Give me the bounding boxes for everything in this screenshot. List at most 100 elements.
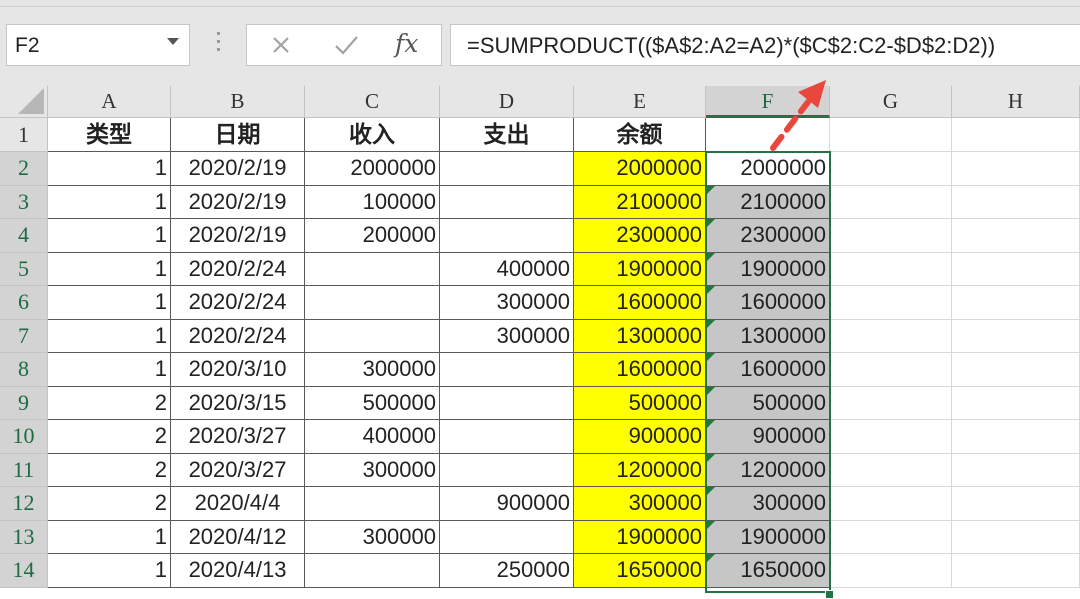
empty-cell[interactable] (952, 353, 1080, 387)
cell-a11[interactable]: 2 (48, 453, 171, 487)
error-indicator-icon[interactable] (706, 520, 715, 530)
cell-d2[interactable] (440, 152, 574, 186)
empty-cell[interactable] (830, 319, 952, 353)
error-indicator-icon[interactable] (706, 453, 715, 463)
empty-cell[interactable] (830, 520, 952, 554)
cell-e9[interactable]: 500000 (574, 386, 706, 420)
cell-b7[interactable]: 2020/2/24 (171, 319, 305, 353)
cell-b2[interactable]: 2020/2/19 (171, 152, 305, 186)
cell-a5[interactable]: 1 (48, 252, 171, 286)
cancel-icon[interactable] (267, 31, 295, 59)
cell-d7[interactable]: 300000 (440, 319, 574, 353)
error-indicator-icon[interactable] (706, 554, 715, 563)
row-header[interactable]: 2 (0, 152, 48, 186)
error-indicator-icon[interactable] (706, 185, 715, 195)
cell-d11[interactable] (440, 453, 574, 487)
cell-a9[interactable]: 2 (48, 386, 171, 420)
chevron-down-icon[interactable] (167, 38, 179, 45)
empty-cell[interactable] (830, 420, 952, 454)
cell-a3[interactable]: 1 (48, 185, 171, 219)
empty-cell[interactable] (830, 118, 952, 152)
empty-cell[interactable] (952, 185, 1080, 219)
cell-c13[interactable]: 300000 (305, 520, 440, 554)
cell-d8[interactable] (440, 353, 574, 387)
row-header[interactable]: 10 (0, 420, 48, 454)
cell-e13[interactable]: 1900000 (574, 520, 706, 554)
empty-cell[interactable] (952, 152, 1080, 186)
cell-f2[interactable]: 2000000 (706, 152, 830, 186)
cell-b14[interactable]: 2020/4/13 (171, 554, 305, 588)
cell-f3[interactable]: 2100000 (706, 185, 830, 219)
cell-c4[interactable]: 200000 (305, 219, 440, 253)
cell-c11[interactable]: 300000 (305, 453, 440, 487)
empty-cell[interactable] (830, 219, 952, 253)
cell-f14[interactable]: 1650000 (706, 554, 830, 588)
column-header-d[interactable]: D (440, 86, 574, 118)
cell-d14[interactable]: 250000 (440, 554, 574, 588)
row-header[interactable]: 3 (0, 185, 48, 219)
cell-b10[interactable]: 2020/3/27 (171, 420, 305, 454)
empty-cell[interactable] (952, 554, 1080, 588)
cell-b6[interactable]: 2020/2/24 (171, 286, 305, 320)
empty-cell[interactable] (952, 286, 1080, 320)
cell-f5[interactable]: 1900000 (706, 252, 830, 286)
cell-a2[interactable]: 1 (48, 152, 171, 186)
empty-cell[interactable] (952, 453, 1080, 487)
cell-b9[interactable]: 2020/3/15 (171, 386, 305, 420)
cell-f8[interactable]: 1600000 (706, 353, 830, 387)
cell-f6[interactable]: 1600000 (706, 286, 830, 320)
cell-c10[interactable]: 400000 (305, 420, 440, 454)
row-header[interactable]: 1 (0, 118, 48, 152)
column-header-f[interactable]: F (706, 86, 830, 118)
row-header[interactable]: 5 (0, 252, 48, 286)
cell-c6[interactable] (305, 286, 440, 320)
column-header-c[interactable]: C (305, 86, 440, 118)
empty-cell[interactable] (952, 118, 1080, 152)
cell-e12[interactable]: 300000 (574, 487, 706, 521)
cell-d5[interactable]: 400000 (440, 252, 574, 286)
cell-e4[interactable]: 2300000 (574, 219, 706, 253)
cell-f4[interactable]: 2300000 (706, 219, 830, 253)
cell-c7[interactable] (305, 319, 440, 353)
formula-input[interactable]: =SUMPRODUCT(($A$2:A2=A2)*($C$2:C2-$D$2:D… (450, 24, 1080, 66)
header-cell-f[interactable] (706, 118, 830, 152)
error-indicator-icon[interactable] (706, 420, 715, 429)
cell-b12[interactable]: 2020/4/4 (171, 487, 305, 521)
error-indicator-icon[interactable] (706, 319, 715, 329)
cell-f10[interactable]: 900000 (706, 420, 830, 454)
cell-a10[interactable]: 2 (48, 420, 171, 454)
cell-e6[interactable]: 1600000 (574, 286, 706, 320)
cell-b8[interactable]: 2020/3/10 (171, 353, 305, 387)
error-indicator-icon[interactable] (706, 286, 715, 295)
cell-f7[interactable]: 1300000 (706, 319, 830, 353)
error-indicator-icon[interactable] (706, 219, 715, 228)
row-header[interactable]: 7 (0, 319, 48, 353)
cell-e5[interactable]: 1900000 (574, 252, 706, 286)
column-header-g[interactable]: G (830, 86, 952, 118)
empty-cell[interactable] (830, 554, 952, 588)
cell-e2[interactable]: 2000000 (574, 152, 706, 186)
name-box[interactable]: F2 (6, 24, 190, 66)
header-cell-e[interactable]: 余额 (574, 118, 706, 152)
cell-f13[interactable]: 1900000 (706, 520, 830, 554)
select-all-button[interactable] (0, 86, 48, 118)
error-indicator-icon[interactable] (706, 252, 715, 262)
cell-e8[interactable]: 1600000 (574, 353, 706, 387)
cell-e10[interactable]: 900000 (574, 420, 706, 454)
check-icon[interactable] (331, 31, 361, 59)
cell-f11[interactable]: 1200000 (706, 453, 830, 487)
row-header[interactable]: 9 (0, 386, 48, 420)
cell-c5[interactable] (305, 252, 440, 286)
insert-function-button[interactable]: fx (395, 29, 429, 58)
cell-d10[interactable] (440, 420, 574, 454)
empty-cell[interactable] (952, 219, 1080, 253)
cell-b5[interactable]: 2020/2/24 (171, 252, 305, 286)
empty-cell[interactable] (830, 152, 952, 186)
cell-d6[interactable]: 300000 (440, 286, 574, 320)
cell-a14[interactable]: 1 (48, 554, 171, 588)
cell-a12[interactable]: 2 (48, 487, 171, 521)
header-cell-c[interactable]: 收入 (305, 118, 440, 152)
empty-cell[interactable] (830, 386, 952, 420)
cell-c3[interactable]: 100000 (305, 185, 440, 219)
cell-e11[interactable]: 1200000 (574, 453, 706, 487)
